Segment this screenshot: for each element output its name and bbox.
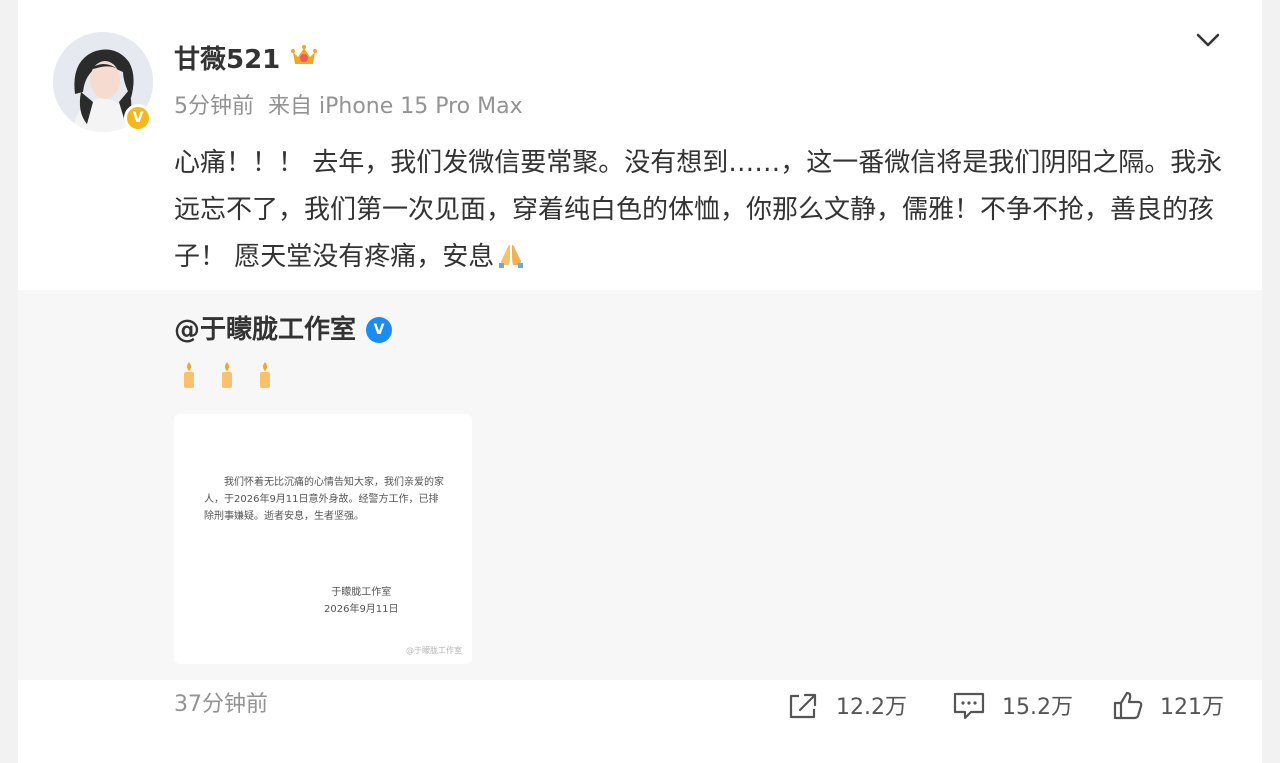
notice-watermark: @于矇胧工作室 <box>406 646 462 655</box>
thumbs-up-icon <box>1113 691 1143 720</box>
share-icon <box>789 693 817 719</box>
share-count: 12.2万 <box>836 695 907 720</box>
post-meta: 5分钟前 来自 iPhone 15 Pro Max <box>174 92 523 122</box>
share-button[interactable]: 12.2万 <box>786 688 907 722</box>
post-author[interactable]: 甘薇521 <box>174 42 318 78</box>
repost-time: 37分钟前 <box>174 692 268 717</box>
post-author-name[interactable]: 甘薇521 <box>174 42 280 78</box>
notice-signature-name: 于矇胧工作室 <box>331 587 392 598</box>
notice-date: 2026年9月11日 <box>324 604 399 615</box>
post-text-content: 心痛！！！ 去年，我们发微信要常聚。没有想到……，这一番微信将是我们阴阳之隔。我… <box>174 148 1223 272</box>
candle-icon <box>254 360 276 392</box>
comment-count: 15.2万 <box>1002 695 1073 720</box>
chevron-down-icon[interactable] <box>1192 26 1224 54</box>
candle-icon <box>216 360 238 392</box>
comment-button[interactable]: 15.2万 <box>952 688 1073 722</box>
crown-icon <box>290 42 318 78</box>
praying-hands-icon <box>496 238 526 285</box>
repost-author[interactable]: @于矇胧工作室 V <box>174 312 393 348</box>
repost-author-name[interactable]: @于矇胧工作室 <box>174 312 356 348</box>
notice-body: 我们怀着无比沉痛的心情告知大家，我们亲爱的家人，于2026年9月11日意外身故。… <box>204 477 444 522</box>
notice-image[interactable]: 我们怀着无比沉痛的心情告知大家，我们亲爱的家人，于2026年9月11日意外身故。… <box>174 414 472 664</box>
blue-v-badge: V <box>366 317 393 343</box>
notice-signature: 于矇胧工作室 2026年9月11日 <box>324 584 399 618</box>
candle-icon <box>178 360 200 392</box>
yellow-v-badge: V <box>124 104 152 132</box>
post-source: 来自 iPhone 15 Pro Max <box>268 94 523 119</box>
comment-icon <box>953 692 985 720</box>
like-button[interactable]: 121万 <box>1112 688 1224 722</box>
post-text: 心痛！！！ 去年，我们发微信要常聚。没有想到……，这一番微信将是我们阴阳之隔。我… <box>174 140 1234 285</box>
repost-emoji-row <box>178 360 292 392</box>
like-count: 121万 <box>1160 695 1224 720</box>
post-time: 5分钟前 <box>174 94 254 119</box>
